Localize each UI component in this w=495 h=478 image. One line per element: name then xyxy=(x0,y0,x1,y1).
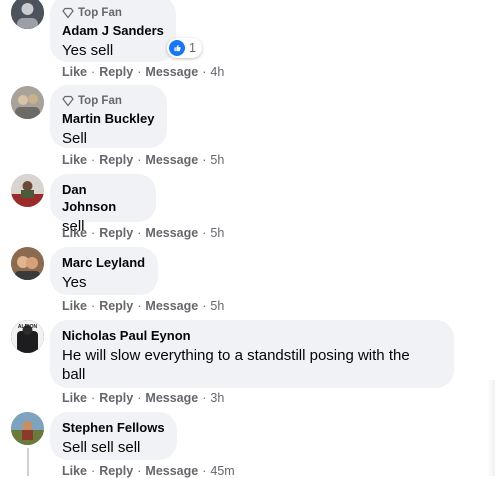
comment-actions: Like · Reply · Message · 3h xyxy=(62,391,224,405)
reply-thread-line xyxy=(27,448,29,476)
profile-photo-icon xyxy=(11,86,44,119)
diamond-icon xyxy=(62,95,74,107)
comment-bubble: Stephen Fellows Sell sell sell xyxy=(50,412,177,460)
timestamp[interactable]: 3h xyxy=(210,391,224,405)
avatar[interactable] xyxy=(11,86,44,119)
top-fan-badge: Top Fan xyxy=(62,94,155,108)
separator: · xyxy=(91,226,96,240)
like-reaction-icon xyxy=(169,40,185,56)
profile-photo-icon xyxy=(11,0,44,29)
comment-author[interactable]: Dan Johnson xyxy=(62,181,144,215)
avatar[interactable] xyxy=(11,412,44,445)
comment-author[interactable]: Adam J Sanders xyxy=(62,22,164,39)
message-button[interactable]: Message xyxy=(145,65,198,79)
timestamp[interactable]: 4h xyxy=(210,65,224,79)
profile-photo-icon xyxy=(11,412,44,445)
separator: · xyxy=(91,391,96,405)
message-button[interactable]: Message xyxy=(145,299,198,313)
avatar[interactable] xyxy=(11,247,44,280)
comment-bubble: Nicholas Paul Eynon He will slow everyth… xyxy=(50,320,454,388)
separator: · xyxy=(91,153,96,167)
comment-author[interactable]: Stephen Fellows xyxy=(62,419,165,436)
comment-text: Sell sell sell xyxy=(62,439,141,456)
like-button[interactable]: Like xyxy=(62,65,87,79)
comment-author[interactable]: Nicholas Paul Eynon xyxy=(62,327,442,344)
reply-button[interactable]: Reply xyxy=(99,153,133,167)
comment-actions: Like · Reply · Message · 4h xyxy=(62,65,224,79)
separator: · xyxy=(91,65,96,79)
separator: · xyxy=(137,153,142,167)
like-button[interactable]: Like xyxy=(62,299,87,313)
separator: · xyxy=(137,65,142,79)
timestamp[interactable]: 5h xyxy=(210,153,224,167)
timestamp[interactable]: 5h xyxy=(210,299,224,313)
like-button[interactable]: Like xyxy=(62,153,87,167)
comment-bubble: Top Fan Martin Buckley Sell xyxy=(50,85,167,148)
like-button[interactable]: Like xyxy=(62,226,87,240)
panel-edge-shadow xyxy=(487,380,495,476)
avatar[interactable] xyxy=(11,174,44,207)
reply-button[interactable]: Reply xyxy=(99,65,133,79)
reaction-count: 1 xyxy=(189,41,196,55)
profile-photo-icon xyxy=(11,247,44,280)
separator: · xyxy=(91,299,96,313)
comment-text-line-2: ball xyxy=(62,366,86,383)
separator: · xyxy=(202,391,207,405)
reaction-count-badge[interactable]: 1 xyxy=(167,38,202,58)
separator: · xyxy=(137,299,142,313)
diamond-icon xyxy=(62,7,74,19)
message-button[interactable]: Message xyxy=(145,153,198,167)
comment-actions: Like · Reply · Message · 5h xyxy=(62,226,224,240)
profile-photo-icon: ALBION xyxy=(11,320,44,353)
separator: · xyxy=(137,391,142,405)
avatar-text: ALBION xyxy=(18,324,38,330)
top-fan-badge: Top Fan xyxy=(62,6,164,20)
comment-author[interactable]: Marc Leyland xyxy=(62,254,146,271)
comment-text-line-1: He will slow everything to a standstill … xyxy=(62,347,410,364)
separator: · xyxy=(202,299,207,313)
reply-button[interactable]: Reply xyxy=(99,299,133,313)
avatar[interactable] xyxy=(11,0,44,29)
comment-actions: Like · Reply · Message · 5h xyxy=(62,153,224,167)
comment-bubble: Marc Leyland Yes xyxy=(50,247,158,295)
message-button[interactable]: Message xyxy=(145,391,198,405)
comment-bubble: Dan Johnson sell xyxy=(50,174,156,235)
reply-button[interactable]: Reply xyxy=(99,226,133,240)
message-button[interactable]: Message xyxy=(145,226,198,240)
comment-text: Sell xyxy=(62,130,88,147)
like-button[interactable]: Like xyxy=(62,391,87,405)
avatar[interactable]: ALBION xyxy=(11,320,44,353)
separator: · xyxy=(202,226,207,240)
separator: · xyxy=(137,226,142,240)
timestamp[interactable]: 5h xyxy=(210,226,224,240)
comment-author[interactable]: Martin Buckley xyxy=(62,110,155,127)
reply-button[interactable]: Reply xyxy=(99,391,133,405)
badge-label: Top Fan xyxy=(78,95,122,107)
comment-actions: Like · Reply · Message · 5h xyxy=(62,299,224,313)
separator: · xyxy=(202,65,207,79)
separator: · xyxy=(202,153,207,167)
badge-label: Top Fan xyxy=(78,7,122,19)
comment-text: Yes xyxy=(62,274,87,291)
comment-text: Yes sell xyxy=(62,42,114,59)
comment-bubble: Top Fan Adam J Sanders Yes sell xyxy=(50,0,176,62)
profile-photo-icon xyxy=(11,174,44,207)
